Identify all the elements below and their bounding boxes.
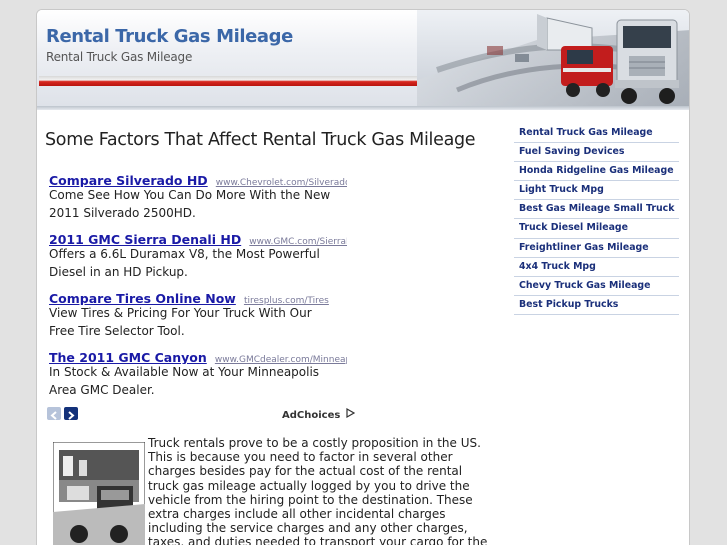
adchoices-label: AdChoices	[282, 410, 341, 421]
adchoices-link[interactable]: AdChoices	[282, 408, 355, 421]
ad-title-link[interactable]: Compare Tires Online Now	[49, 291, 236, 305]
ad-url-link[interactable]: www.GMC.com/SierraDenaliHD	[249, 237, 347, 246]
ad-item: 2011 GMC Sierra Denali HD www.GMC.com/Si…	[49, 229, 349, 281]
ad-url-link[interactable]: www.GMCdealer.com/Minneapolis	[215, 355, 347, 364]
sidebar-item-link[interactable]: Best Pickup Trucks	[514, 296, 679, 315]
sidebar-item-link[interactable]: Freightliner Gas Mileage	[514, 239, 679, 258]
adchoices-icon	[346, 408, 355, 418]
chevron-right-icon	[68, 411, 75, 420]
article-body: Truck rentals prove to be a costly propo…	[148, 436, 488, 545]
ad-title-link[interactable]: Compare Silverado HD	[49, 173, 208, 187]
sidebar-item-link[interactable]: Chevy Truck Gas Mileage	[514, 277, 679, 296]
ad-item: Compare Silverado HD www.Chevrolet.com/S…	[49, 170, 349, 222]
sidebar-nav: Rental Truck Gas Mileage Fuel Saving Dev…	[514, 124, 679, 315]
sidebar-item-link[interactable]: Truck Diesel Mileage	[514, 219, 679, 239]
site-title[interactable]: Rental Truck Gas Mileage	[46, 26, 293, 47]
chevron-left-icon	[50, 411, 57, 420]
ad-url-link[interactable]: www.Chevrolet.com/SilveradoHD	[216, 178, 347, 187]
sidebar-item-link[interactable]: 4x4 Truck Mpg	[514, 258, 679, 277]
ad-item: Compare Tires Online Now tiresplus.com/T…	[49, 288, 349, 340]
truck-hero-image	[417, 10, 689, 106]
ad-next-button[interactable]	[64, 407, 78, 420]
ad-url-link[interactable]: tiresplus.com/Tires	[244, 296, 329, 305]
ad-description: In Stock & Available Now at Your Minneap…	[49, 365, 320, 397]
header-divider	[37, 106, 689, 110]
ad-description: Offers a 6.6L Duramax V8, the Most Power…	[49, 247, 320, 279]
header-red-stripe	[39, 76, 479, 86]
page-container: Rental Truck Gas Mileage Rental Truck Ga…	[36, 9, 690, 545]
ad-item: The 2011 GMC Canyon www.GMCdealer.com/Mi…	[49, 347, 349, 399]
truck-illustration-image	[53, 442, 145, 545]
sidebar-item-link[interactable]: Honda Ridgeline Gas Mileage	[514, 162, 679, 182]
site-tagline: Rental Truck Gas Mileage	[46, 50, 193, 64]
ad-block: Compare Silverado HD www.Chevrolet.com/S…	[49, 170, 349, 406]
site-header: Rental Truck Gas Mileage Rental Truck Ga…	[37, 10, 689, 110]
sidebar-item-link[interactable]: Best Gas Mileage Small Truck	[514, 200, 679, 220]
page-heading: Some Factors That Affect Rental Truck Ga…	[45, 130, 476, 150]
ad-title-link[interactable]: 2011 GMC Sierra Denali HD	[49, 232, 241, 246]
sidebar-item-link[interactable]: Rental Truck Gas Mileage	[514, 124, 679, 144]
sidebar-item-link[interactable]: Light Truck Mpg	[514, 181, 679, 201]
ad-description: View Tires & Pricing For Your Truck With…	[49, 306, 312, 338]
ad-prev-button[interactable]	[47, 407, 61, 420]
ad-description: Come See How You Can Do More With the Ne…	[49, 188, 331, 220]
sidebar-item-link[interactable]: Fuel Saving Devices	[514, 143, 679, 163]
ad-title-link[interactable]: The 2011 GMC Canyon	[49, 350, 207, 364]
